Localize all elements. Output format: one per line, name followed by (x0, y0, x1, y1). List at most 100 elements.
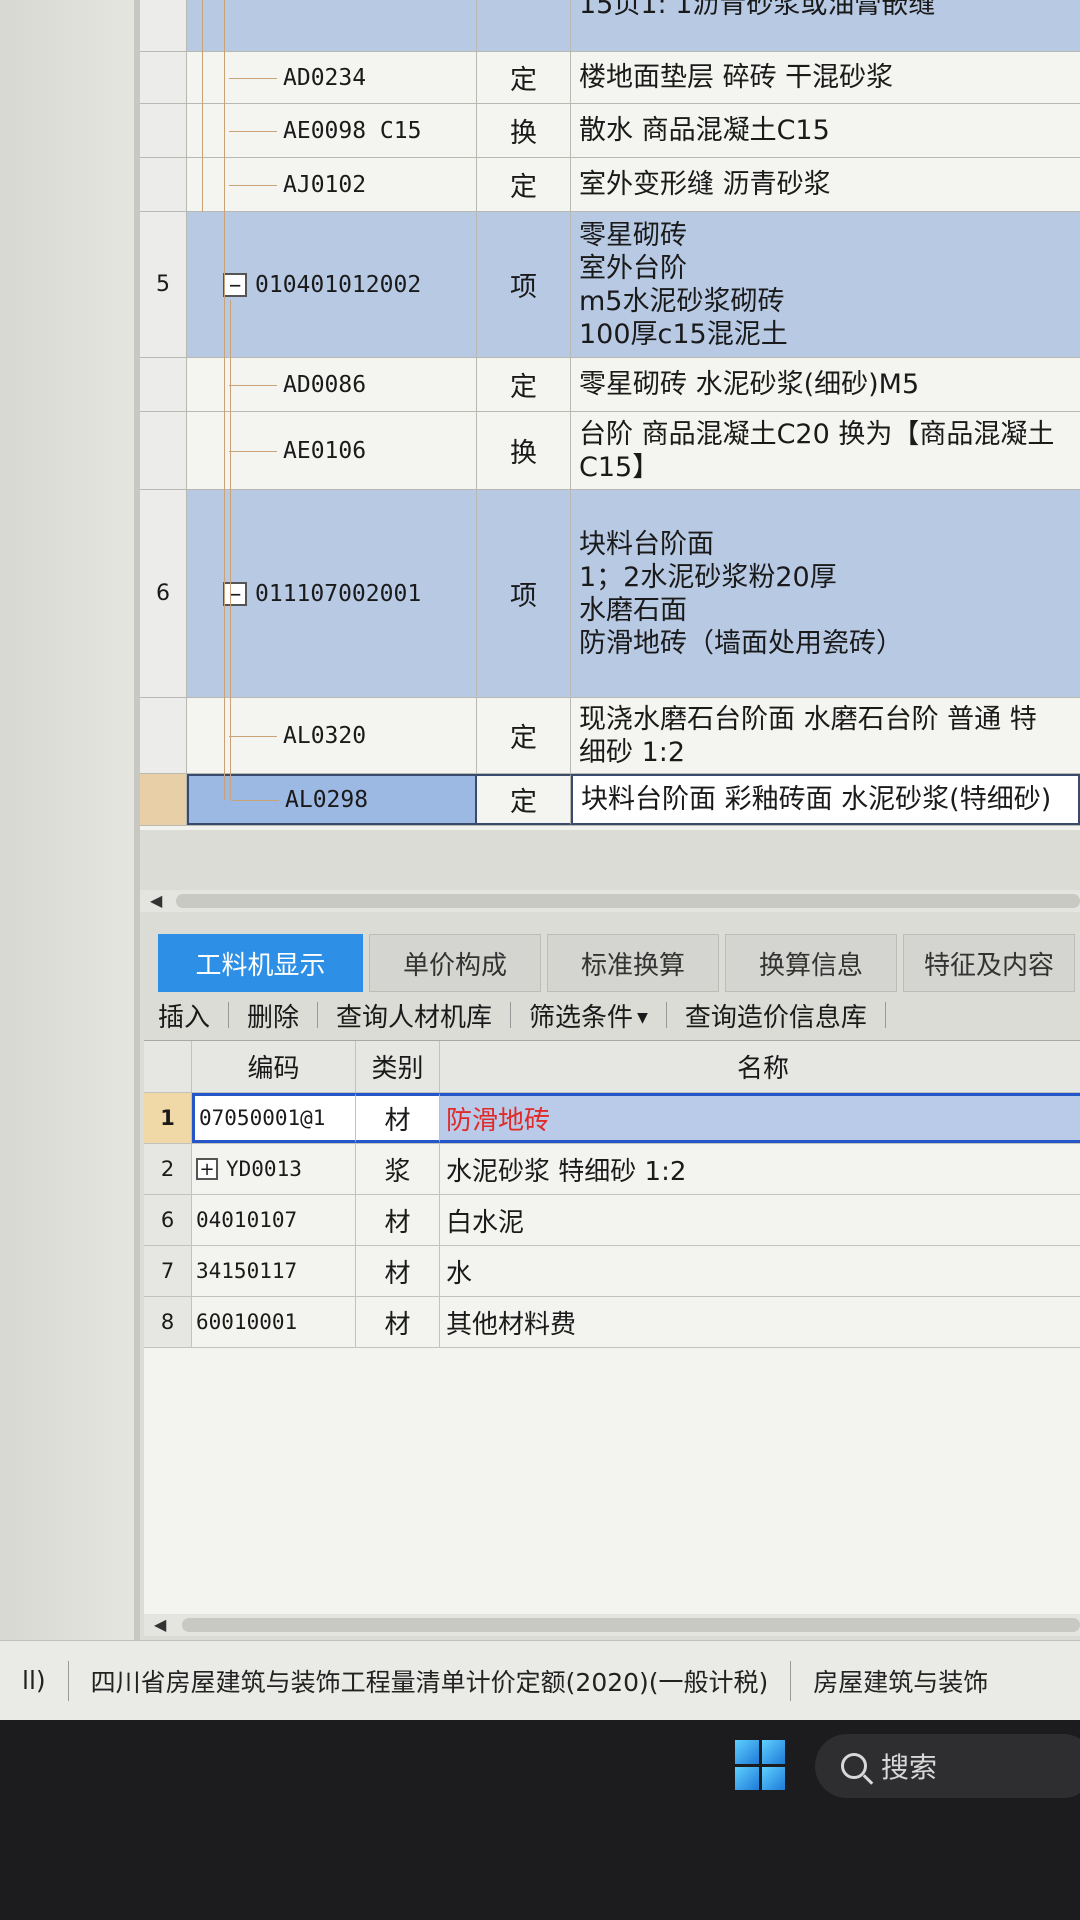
tree-row-name-line: C15】 (579, 451, 660, 483)
upper-horizontal-scrollbar[interactable]: ◀ (140, 890, 1080, 912)
collapse-icon[interactable]: − (223, 581, 247, 606)
material-code[interactable]: 04010107 (192, 1195, 356, 1245)
material-row-selected[interactable]: 1 07050001@1 材 防滑地砖 (144, 1093, 1080, 1144)
tree-connector (202, 0, 203, 212)
query-price-info-button[interactable]: 查询造价信息库 (667, 997, 885, 1034)
status-quota-standard[interactable]: 四川省房屋建筑与装饰工程量清单计价定额(2020)(一般计税) (69, 1663, 791, 1699)
chevron-down-icon: ▼ (637, 1010, 648, 1026)
expand-icon[interactable]: + (196, 1158, 218, 1180)
material-name[interactable]: 水泥砂浆 特细砂 1:2 (440, 1144, 1080, 1194)
tree-row[interactable]: 15页1: 1沥青砂浆或油膏嵌缝 (140, 0, 1080, 52)
tree-row-item[interactable]: 6 −011107002001 项 块料台阶面 1；2水泥砂浆粉20厚 水磨石面… (140, 490, 1080, 698)
filter-dropdown[interactable]: 筛选条件 ▼ (511, 997, 666, 1034)
material-code[interactable]: 34150117 (192, 1246, 356, 1296)
column-header-type[interactable]: 类别 (356, 1041, 440, 1092)
material-name[interactable]: 白水泥 (440, 1195, 1080, 1245)
tree-row-type: 换 (477, 412, 571, 489)
taskbar-search[interactable]: 搜索 (815, 1734, 1080, 1798)
windows-start-icon[interactable] (735, 1740, 785, 1790)
tree-row-code: AD0234 (283, 64, 367, 91)
tree-row-name-line: 细砂 1:2 (579, 736, 686, 768)
tree-row[interactable]: AL0320 定 现浇水磨石台阶面 水磨石台阶 普通 特 细砂 1:2 (140, 698, 1080, 774)
tree-row[interactable]: AJ0102 定 室外变形缝 沥青砂浆 (140, 158, 1080, 212)
tree-row-number: 5 (140, 212, 187, 357)
tree-row[interactable]: AD0086 定 零星砌砖 水泥砂浆(细砂)M5 (140, 358, 1080, 412)
tab-conversion-info[interactable]: 换算信息 (725, 934, 897, 992)
material-row[interactable]: 2 + YD0013 浆 水泥砂浆 特细砂 1:2 (144, 1144, 1080, 1195)
tree-row-code: AL0298 (285, 786, 369, 813)
column-header-name[interactable]: 名称 (440, 1041, 1080, 1092)
tree-row-name-line: 块料台阶面 彩釉砖面 水泥砂浆(特细砂) (581, 784, 1052, 815)
tree-row[interactable]: AD0234 定 楼地面垫层 碎砖 干混砂浆 (140, 52, 1080, 104)
query-material-library-button[interactable]: 查询人材机库 (318, 997, 510, 1034)
tree-row-code: 011107002001 (255, 580, 422, 607)
scroll-left-icon[interactable]: ◀ (154, 1615, 166, 1634)
material-row[interactable]: 8 60010001 材 其他材料费 (144, 1297, 1080, 1348)
tree-row-name-line: 水磨石面 (579, 594, 687, 626)
tab-unit-price[interactable]: 单价构成 (369, 934, 541, 992)
row-number: 7 (144, 1246, 192, 1296)
material-code[interactable]: YD0013 (226, 1157, 302, 1181)
material-type[interactable]: 浆 (356, 1144, 440, 1194)
material-name[interactable]: 防滑地砖 (440, 1093, 1080, 1143)
tree-row-code: AL0320 (283, 722, 367, 749)
tree-row[interactable]: AE0106 换 台阶 商品混凝土C20 换为【商品混凝土 C15】 (140, 412, 1080, 490)
tree-row-name-line: 零星砌砖 (579, 219, 687, 251)
insert-button[interactable]: 插入 (140, 997, 228, 1034)
tab-labor-material[interactable]: 工料机显示 (158, 934, 363, 992)
tree-row-type: 项 (477, 212, 571, 357)
tree-row-name-line: 台阶 商品混凝土C20 换为【商品混凝土 (579, 418, 1055, 450)
tab-features[interactable]: 特征及内容 (903, 934, 1075, 992)
tree-row-name-line: 15页1: 1沥青砂浆或油膏嵌缝 (579, 0, 936, 20)
material-row[interactable]: 6 04010107 材 白水泥 (144, 1195, 1080, 1246)
tree-row-name-line: 室外变形缝 沥青砂浆 (579, 169, 831, 200)
row-number: 2 (144, 1144, 192, 1194)
status-bar: ll) 四川省房屋建筑与装饰工程量清单计价定额(2020)(一般计税) 房屋建筑… (0, 1640, 1080, 1720)
tree-row-type: 定 (477, 774, 571, 825)
tree-row-name-line: 楼地面垫层 碎砖 干混砂浆 (579, 62, 894, 93)
tree-row-type: 定 (477, 698, 571, 773)
material-row[interactable]: 7 34150117 材 水 (144, 1246, 1080, 1297)
material-type[interactable]: 材 (356, 1195, 440, 1245)
scrollbar-thumb[interactable] (182, 1618, 1080, 1632)
column-header-code[interactable]: 编码 (192, 1041, 356, 1092)
tree-row-name-line: 现浇水磨石台阶面 水磨石台阶 普通 特 (579, 703, 1037, 735)
material-type[interactable]: 材 (356, 1246, 440, 1296)
tree-row-selected[interactable]: AL0298 定 块料台阶面 彩釉砖面 水泥砂浆(特细砂) (140, 774, 1080, 826)
tree-row-name-line: 100厚c15混泥土 (579, 318, 788, 350)
tree-row-code: AD0086 (283, 371, 367, 398)
tree-row-name-line: 零星砌砖 水泥砂浆(细砂)M5 (579, 369, 920, 400)
material-name[interactable]: 其他材料费 (440, 1297, 1080, 1347)
tree-row-code: AE0106 (283, 437, 367, 464)
scrollbar-thumb[interactable] (176, 894, 1080, 908)
tree-row-name-line: 散水 商品混凝土C15 (579, 115, 830, 146)
tree-row-item[interactable]: 5 −010401012002 项 零星砌砖 室外台阶 m5水泥砂浆砌砖 100… (140, 212, 1080, 358)
material-code[interactable]: 60010001 (192, 1297, 356, 1347)
detail-tabs: 工料机显示 单价构成 标准换算 换算信息 特征及内容 (158, 934, 1080, 992)
material-type[interactable]: 材 (356, 1093, 440, 1143)
delete-button[interactable]: 删除 (229, 997, 317, 1034)
tree-row-type: 项 (477, 490, 571, 697)
tree-row-type: 定 (477, 52, 571, 103)
bill-tree-grid: 15页1: 1沥青砂浆或油膏嵌缝 AD0234 定 楼地面垫层 碎砖 干混砂浆 … (140, 0, 1080, 830)
search-label: 搜索 (881, 1751, 938, 1784)
tree-row-name-line: m5水泥砂浆砌砖 (579, 285, 785, 317)
collapse-icon[interactable]: − (223, 272, 247, 297)
tree-row-code: AE0098 C15 (283, 117, 422, 144)
tree-row-code: 010401012002 (255, 271, 422, 298)
material-type[interactable]: 材 (356, 1297, 440, 1347)
material-name[interactable]: 水 (440, 1246, 1080, 1296)
tree-row[interactable]: AE0098 C15 换 散水 商品混凝土C15 (140, 104, 1080, 158)
left-panel-edge (0, 0, 140, 1640)
material-grid: 编码 类别 名称 1 07050001@1 材 防滑地砖 2 + YD0013 浆… (144, 1040, 1080, 1620)
tab-standard-conversion[interactable]: 标准换算 (547, 934, 719, 992)
tree-row-code: AJ0102 (283, 171, 367, 198)
status-right[interactable]: 房屋建筑与装饰 (791, 1663, 1010, 1699)
material-code[interactable]: 07050001@1 (192, 1093, 356, 1143)
lower-horizontal-scrollbar[interactable]: ◀ (144, 1614, 1080, 1636)
scroll-left-icon[interactable]: ◀ (150, 891, 162, 910)
tree-row-number: 6 (140, 490, 187, 697)
tree-row-name-line: 块料台阶面 (579, 528, 714, 560)
row-number: 6 (144, 1195, 192, 1245)
tree-row-type: 定 (477, 158, 571, 211)
